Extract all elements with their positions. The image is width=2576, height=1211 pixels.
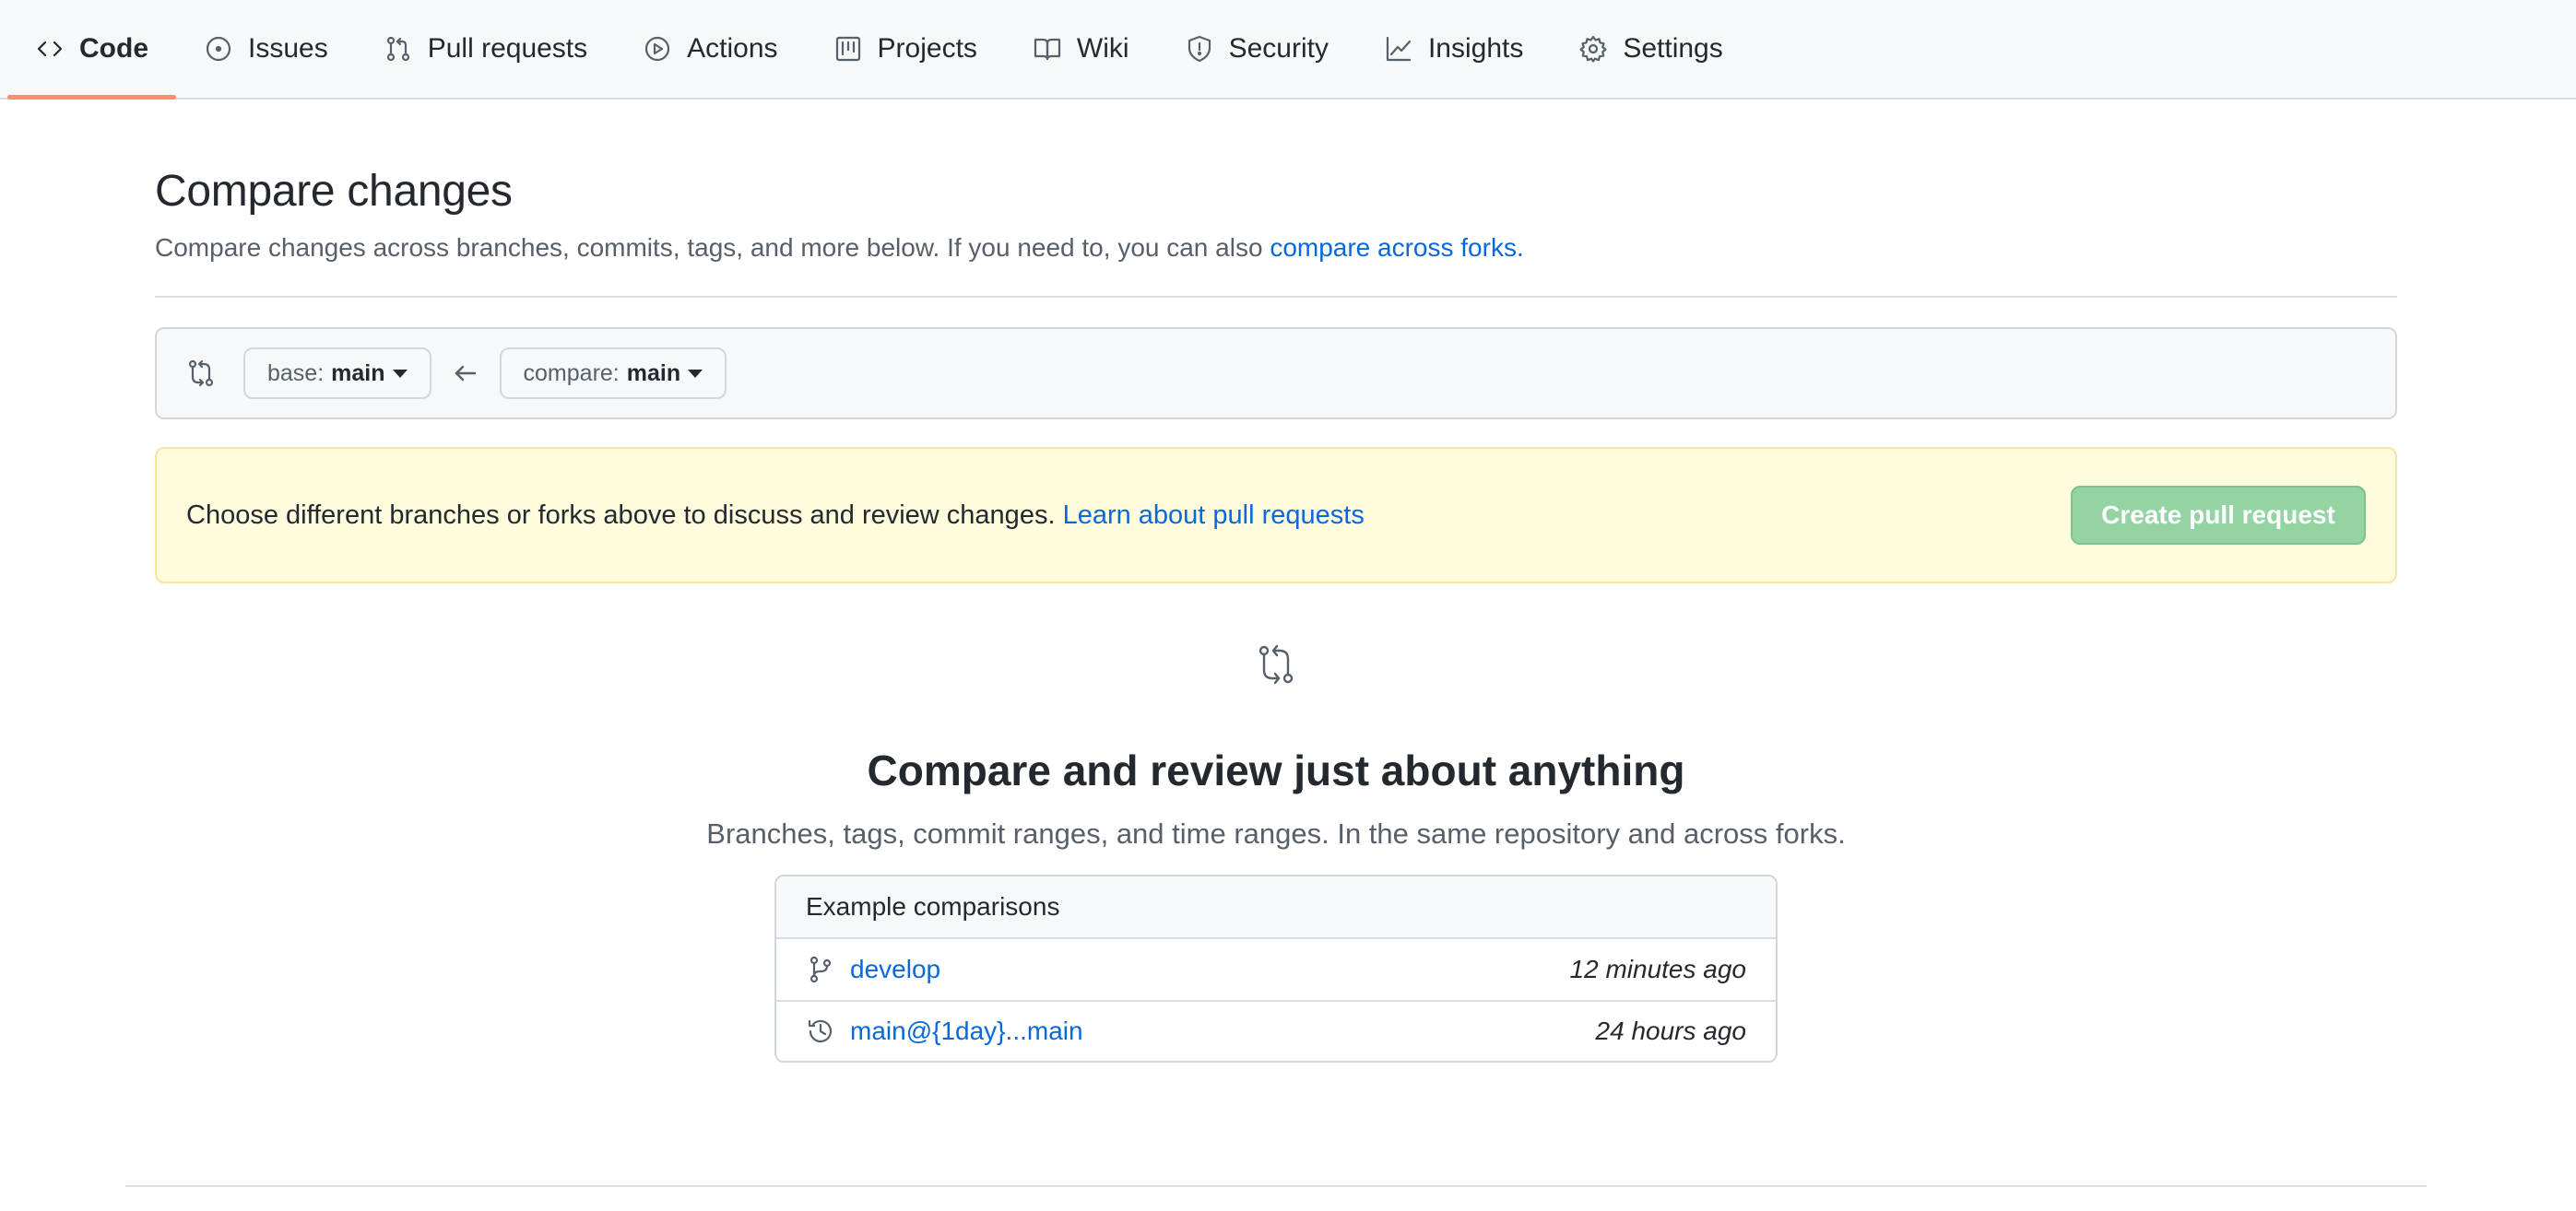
tab-pull-requests[interactable]: Pull requests (356, 0, 615, 98)
tab-issues[interactable]: Issues (176, 0, 356, 98)
shield-icon (1188, 35, 1211, 63)
divider (155, 296, 2397, 298)
example-time: 24 hours ago (1595, 1017, 1746, 1045)
project-icon (835, 36, 860, 62)
examples-header: Example comparisons (776, 876, 1776, 939)
pull-request-icon (386, 36, 409, 62)
repo-nav: Code Issues Pull requests Actions Projec… (0, 0, 2576, 100)
flash-message: Choose different branches or forks above… (186, 500, 1365, 531)
blankslate-title: Compare and review just about anything (867, 747, 1685, 794)
base-branch-select[interactable]: base: main (243, 347, 431, 399)
tab-code[interactable]: Code (7, 0, 176, 100)
code-icon (37, 41, 63, 57)
flash-text: Choose different branches or forks above… (186, 500, 1063, 530)
tab-label: Actions (687, 33, 778, 64)
footer-divider (125, 1185, 2427, 1187)
tab-label: Settings (1623, 33, 1723, 64)
tab-label: Pull requests (427, 33, 588, 64)
book-icon (1034, 38, 1061, 61)
compare-across-forks-link[interactable]: compare across forks. (1270, 233, 1523, 262)
subtitle-text: Compare changes across branches, commits… (155, 233, 1270, 262)
caret-down-icon (688, 369, 703, 378)
range-editor: base: main compare: main (155, 327, 2397, 419)
tab-security[interactable]: Security (1157, 0, 1356, 98)
tab-projects[interactable]: Projects (806, 0, 1005, 98)
flash-notice: Choose different branches or forks above… (155, 447, 2397, 583)
issue-icon (206, 36, 231, 62)
create-pull-request-button[interactable]: Create pull request (2071, 486, 2366, 545)
page-subtitle: Compare changes across branches, commits… (155, 233, 2397, 263)
example-develop-link[interactable]: develop (850, 955, 940, 984)
gear-icon (1579, 35, 1607, 63)
tab-label: Wiki (1076, 33, 1129, 64)
tab-settings[interactable]: Settings (1551, 0, 1750, 98)
list-item: develop 12 minutes ago (776, 939, 1776, 1000)
tab-label: Projects (877, 33, 977, 64)
page-title: Compare changes (155, 167, 513, 216)
git-branch-icon (809, 956, 832, 983)
blankslate: Compare and review just about anything B… (155, 641, 2397, 1063)
arrow-left-icon (455, 365, 476, 382)
tab-label: Issues (248, 33, 328, 64)
tab-label: Security (1228, 33, 1329, 64)
compare-label: compare: (523, 359, 620, 386)
example-main-range-link[interactable]: main@{1day}...main (850, 1017, 1083, 1046)
compare-branch-select[interactable]: compare: main (499, 347, 727, 399)
compare-icon (188, 359, 214, 387)
play-icon (645, 36, 670, 62)
history-icon (808, 1019, 833, 1043)
tab-insights[interactable]: Insights (1356, 0, 1551, 98)
learn-about-pull-requests-link[interactable]: Learn about pull requests (1063, 500, 1365, 530)
tab-label: Code (79, 33, 148, 64)
caret-down-icon (392, 369, 408, 378)
list-item: main@{1day}...main 24 hours ago (776, 1000, 1776, 1061)
compare-page: Compare changes Compare changes across b… (155, 100, 2397, 1063)
compare-branch-name: main (626, 359, 681, 386)
tab-actions[interactable]: Actions (615, 0, 805, 98)
base-branch-name: main (331, 359, 385, 386)
graph-icon (1386, 36, 1412, 62)
tab-wiki[interactable]: Wiki (1005, 0, 1157, 98)
tab-label: Insights (1427, 33, 1524, 64)
base-label: base: (267, 359, 325, 386)
example-time: 12 minutes ago (1569, 955, 1746, 983)
blankslate-subtitle: Branches, tags, commit ranges, and time … (706, 817, 1846, 850)
compare-icon (1258, 644, 1294, 685)
example-comparisons: Example comparisons develop 12 minutes a… (774, 875, 1778, 1063)
